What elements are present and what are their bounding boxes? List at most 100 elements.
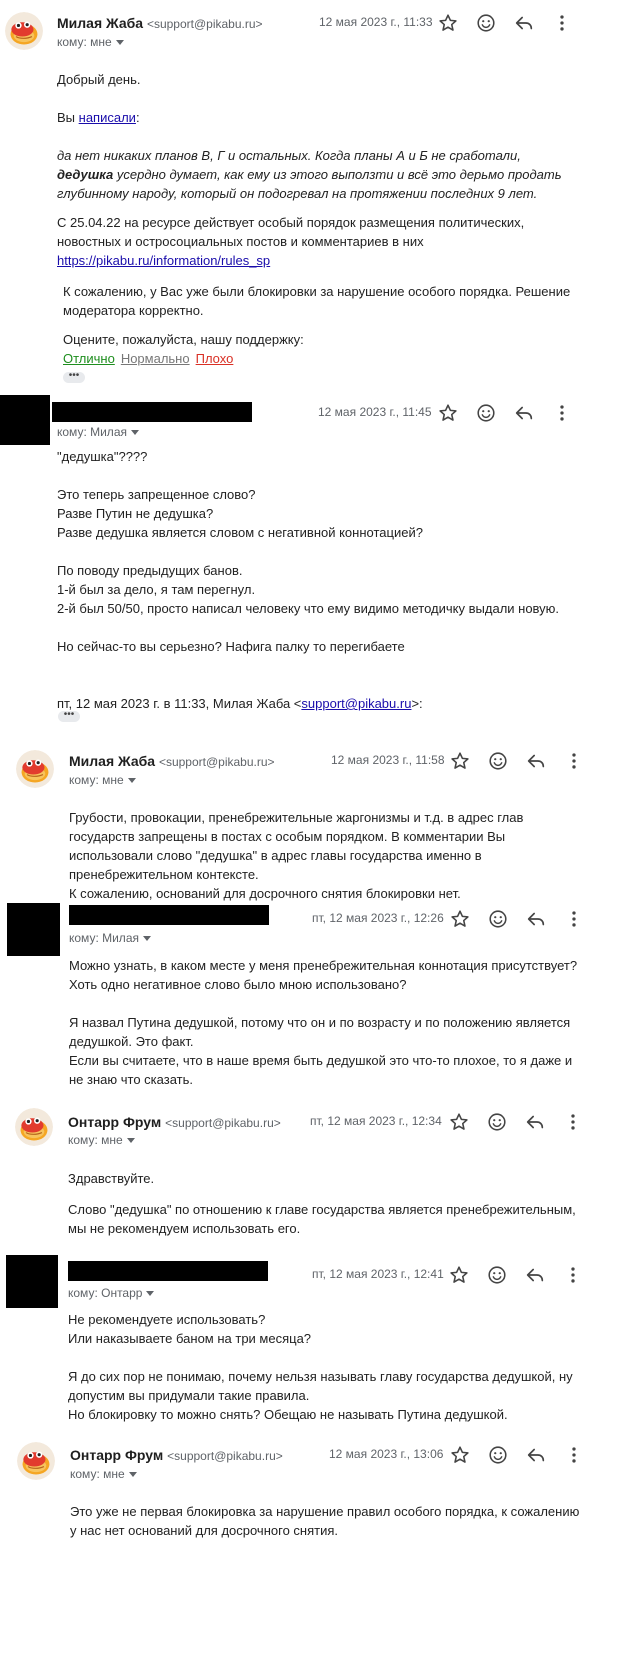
rate-bad-link[interactable]: Плохо: [196, 351, 234, 366]
star-icon[interactable]: [448, 749, 472, 773]
chevron-down-icon: [115, 40, 124, 46]
reply-icon[interactable]: [524, 749, 548, 773]
sender-name: Онтарр Фрум: [68, 1114, 162, 1130]
body-line: "дедушка"????: [57, 449, 148, 464]
wrote-link[interactable]: написали: [79, 110, 136, 125]
quoted-comment: да нет никаких планов В, Г и остальных. …: [57, 148, 562, 201]
message-actions: [447, 1110, 597, 1134]
reply-icon[interactable]: [523, 1263, 547, 1287]
sender-avatar[interactable]: [5, 12, 43, 50]
sender[interactable]: Онтарр Фрум <support@pikabu.ru>: [68, 1114, 281, 1130]
sender[interactable]: Онтарр Фрум <support@pikabu.ru>: [70, 1447, 283, 1463]
sender-avatar[interactable]: [16, 750, 54, 788]
recipient-dropdown[interactable]: кому: Милая: [57, 425, 139, 439]
sender[interactable]: Милая Жаба <support@pikabu.ru>: [57, 15, 263, 31]
recipient-label: кому: мне: [70, 1467, 125, 1481]
emoji-icon[interactable]: [486, 1443, 510, 1467]
recipient-label: кому: мне: [57, 35, 112, 49]
redacted-avatar: [0, 395, 50, 445]
body-paragraph: Грубости, провокации, пренебрежительные …: [69, 810, 524, 882]
chevron-down-icon: [127, 778, 136, 784]
emoji-icon[interactable]: [485, 1110, 509, 1134]
show-trimmed-content-button[interactable]: •••: [58, 710, 80, 722]
message-actions: [447, 1263, 597, 1287]
sender-avatar[interactable]: [17, 1442, 55, 1480]
sender-avatar[interactable]: [15, 1108, 53, 1146]
block-notice: К сожалению, у Вас уже были блокировки з…: [63, 284, 571, 318]
message-4: кому: Милая пт, 12 мая 2023 г., 12:26 Мо…: [0, 900, 641, 1100]
star-icon[interactable]: [447, 1110, 471, 1134]
emoji-icon[interactable]: [485, 1263, 509, 1287]
body-paragraph: Я до сих пор не понимаю, почему нельзя н…: [68, 1369, 573, 1403]
rules-link[interactable]: https://pikabu.ru/information/rules_sp: [57, 253, 270, 268]
quote-email-link[interactable]: support@pikabu.ru: [301, 696, 411, 711]
wrote-line: Вы написали:: [57, 110, 140, 125]
message-actions: [436, 401, 586, 425]
sender-address: <support@pikabu.ru>: [146, 17, 263, 31]
body-line: Разве дедушка является словом с негативн…: [57, 525, 423, 540]
reply-icon[interactable]: [512, 11, 536, 35]
body-paragraph: Здравствуйте.: [68, 1171, 155, 1186]
more-vert-icon[interactable]: [561, 1263, 585, 1287]
redacted-sender: [69, 905, 269, 925]
rate-excellent-link[interactable]: Отлично: [63, 351, 115, 366]
message-actions: [448, 749, 598, 773]
chevron-down-icon: [142, 936, 151, 942]
message-date: 12 мая 2023 г., 11:58: [331, 753, 445, 767]
emoji-icon[interactable]: [474, 11, 498, 35]
reply-icon[interactable]: [523, 1110, 547, 1134]
more-vert-icon[interactable]: [562, 1443, 586, 1467]
message-6: кому: Онтарр пт, 12 мая 2023 г., 12:41 Н…: [0, 1255, 641, 1430]
star-icon[interactable]: [448, 907, 472, 931]
recipient-dropdown[interactable]: кому: мне: [57, 35, 124, 49]
message-1: Милая Жаба <support@pikabu.ru> кому: мне…: [0, 0, 641, 395]
sender-address: <support@pikabu.ru>: [165, 1116, 281, 1130]
message-body: Можно узнать, в каком месте у меня прене…: [69, 956, 579, 1089]
body-paragraph: Я назвал Путина дедушкой, потому что он …: [69, 1015, 571, 1049]
recipient-dropdown[interactable]: кому: мне: [69, 773, 136, 787]
message-date: 12 мая 2023 г., 13:06: [329, 1447, 444, 1461]
emoji-icon[interactable]: [474, 401, 498, 425]
reply-icon[interactable]: [512, 401, 536, 425]
toad-avatar-icon: [16, 750, 54, 788]
more-vert-icon[interactable]: [561, 1110, 585, 1134]
more-vert-icon[interactable]: [562, 907, 586, 931]
sender[interactable]: Милая Жаба <support@pikabu.ru>: [69, 753, 275, 769]
recipient-dropdown[interactable]: кому: мне: [70, 1467, 137, 1481]
recipient-dropdown[interactable]: кому: Милая: [69, 931, 151, 945]
recipient-label: кому: Милая: [57, 425, 127, 439]
emoji-icon[interactable]: [486, 907, 510, 931]
rate-normal-link[interactable]: Нормально: [121, 351, 190, 366]
more-vert-icon[interactable]: [550, 401, 574, 425]
redacted-sender: [52, 402, 252, 422]
reply-icon[interactable]: [524, 1443, 548, 1467]
star-icon[interactable]: [436, 11, 460, 35]
message-actions: [448, 907, 598, 931]
body-line: 1-й был за дело, я там перегнул.: [57, 582, 256, 597]
message-body: Здравствуйте. Слово "дедушка" по отношен…: [68, 1169, 580, 1238]
reply-icon[interactable]: [524, 907, 548, 931]
sender-address: <support@pikabu.ru>: [158, 755, 275, 769]
body-line: 2-й был 50/50, просто написал человеку ч…: [57, 601, 560, 616]
redacted-sender: [68, 1261, 268, 1281]
show-trimmed-content-button[interactable]: •••: [63, 371, 85, 383]
body-paragraph: Можно узнать, в каком месте у меня прене…: [69, 958, 578, 992]
message-date: пт, 12 мая 2023 г., 12:26: [312, 911, 444, 925]
message-date: пт, 12 мая 2023 г., 12:41: [312, 1267, 444, 1281]
message-actions: [436, 11, 586, 35]
star-icon[interactable]: [448, 1443, 472, 1467]
more-vert-icon[interactable]: [562, 749, 586, 773]
star-icon[interactable]: [447, 1263, 471, 1287]
star-icon[interactable]: [436, 401, 460, 425]
emoji-icon[interactable]: [486, 749, 510, 773]
recipient-dropdown[interactable]: кому: мне: [68, 1133, 135, 1147]
body-paragraph: Или наказываете баном на три месяца?: [68, 1331, 312, 1346]
recipient-label: кому: мне: [68, 1133, 123, 1147]
recipient-dropdown[interactable]: кому: Онтарр: [68, 1286, 155, 1300]
message-body: "дедушка"???? Это теперь запрещенное сло…: [57, 447, 587, 713]
message-2: кому: Милая 12 мая 2023 г., 11:45 "дедуш…: [0, 395, 641, 730]
body-paragraph: Это уже не первая блокировка за нарушени…: [70, 1504, 580, 1538]
message-3: Милая Жаба <support@pikabu.ru> кому: мне…: [0, 740, 641, 901]
chevron-down-icon: [126, 1138, 135, 1144]
more-vert-icon[interactable]: [550, 11, 574, 35]
